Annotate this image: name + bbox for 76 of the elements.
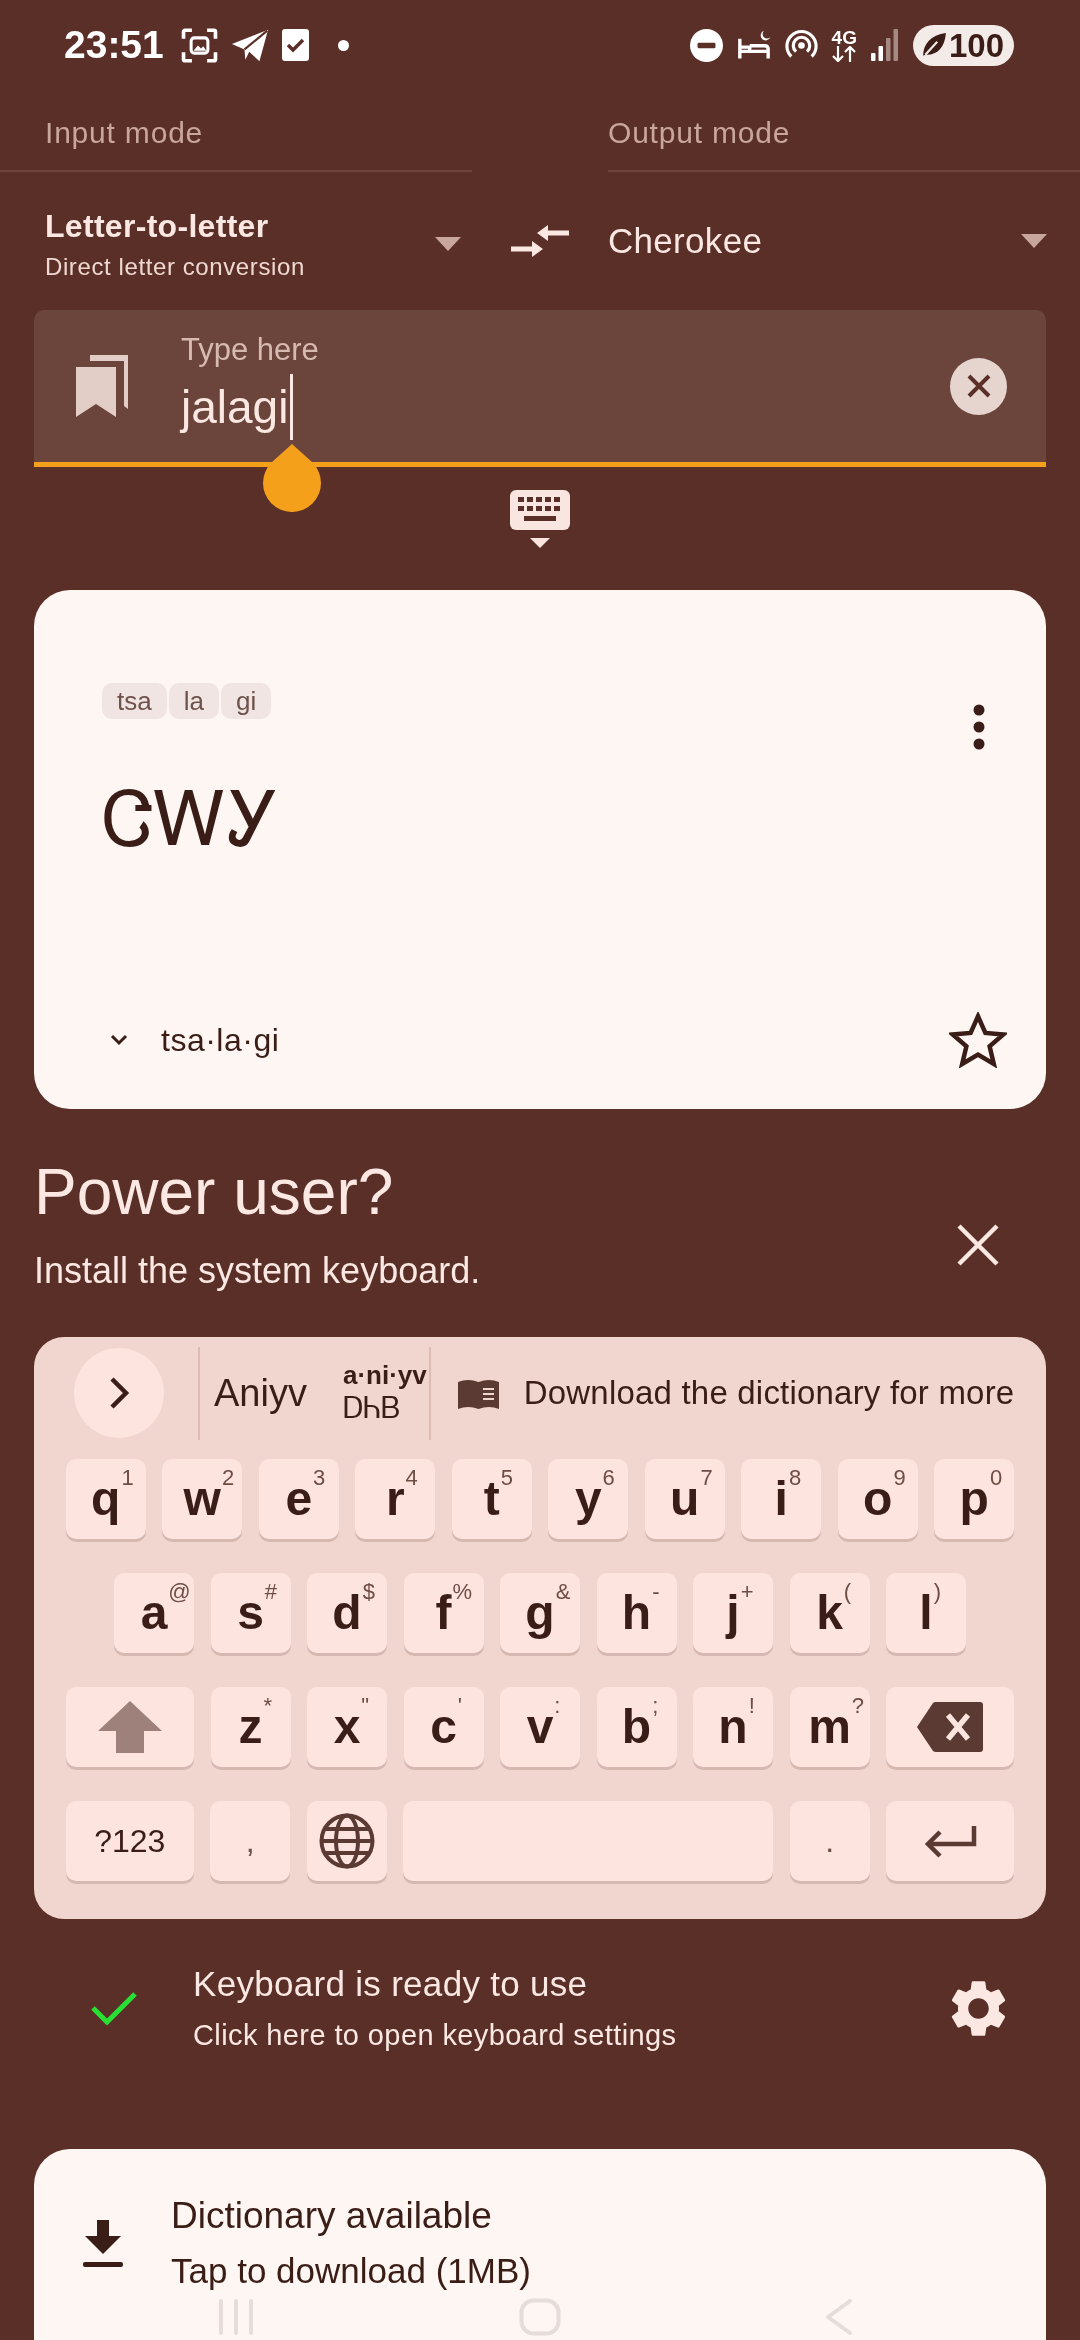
open-book-icon[interactable]: [457, 1377, 499, 1409]
backspace-key[interactable]: [886, 1687, 1014, 1767]
shift-key[interactable]: [66, 1687, 194, 1767]
dropdown-arrow-icon[interactable]: [1021, 234, 1047, 248]
input-mode-value[interactable]: Letter-to-letter: [45, 206, 435, 246]
bed-icon: [736, 30, 771, 60]
enter-icon: [922, 1824, 979, 1858]
notification-dot-icon: [337, 39, 349, 51]
status-time: 23:51: [64, 23, 164, 67]
keyboard-key[interactable]: v:: [500, 1687, 580, 1767]
promo-subtitle: Install the system keyboard.: [34, 1249, 482, 1293]
screenshot-icon: [180, 27, 218, 63]
input-value: jalagi: [181, 380, 289, 434]
checkbox-icon: [281, 29, 309, 61]
keyboard-key[interactable]: x": [307, 1687, 387, 1767]
keyboard-key[interactable]: h-: [596, 1573, 677, 1653]
keyboard-key[interactable]: .: [789, 1801, 870, 1881]
keyboard-key[interactable]: s#: [210, 1573, 291, 1653]
backspace-icon: [917, 1702, 983, 1752]
promo-title: Power user?: [34, 1155, 395, 1229]
syllable-chip: la: [168, 683, 219, 719]
chevron-right-icon: [108, 1375, 130, 1411]
output-mode-value[interactable]: Cherokee: [608, 221, 1021, 261]
input-mode-description: Direct letter conversion: [45, 252, 306, 282]
text-selection-handle[interactable]: [262, 444, 321, 512]
battery-level: 100: [948, 25, 1004, 66]
keyboard-key[interactable]: b;: [596, 1687, 677, 1767]
cherokee-output: ᏣᎳᎩ: [102, 777, 279, 861]
globe-icon: [318, 1813, 375, 1869]
close-icon: [966, 374, 991, 398]
symbols-key[interactable]: ?123: [65, 1801, 194, 1881]
keyboard-key[interactable]: d$: [307, 1573, 387, 1653]
keyboard-key[interactable]: g&: [500, 1573, 580, 1653]
keyboard-key[interactable]: m?: [789, 1687, 870, 1767]
keyboard-key[interactable]: a@: [114, 1573, 194, 1653]
keyboard-key[interactable]: j+: [693, 1573, 773, 1653]
close-icon[interactable]: [956, 1223, 1000, 1267]
field-label: Type here: [181, 332, 320, 368]
keyboard-status-title[interactable]: Keyboard is ready to use: [193, 1963, 950, 2005]
transliteration: tsa·la·gi: [161, 1021, 281, 1059]
language-key[interactable]: [306, 1801, 387, 1881]
enter-key[interactable]: [886, 1801, 1015, 1881]
keyboard-key[interactable]: n!: [693, 1687, 773, 1767]
dropdown-arrow-icon[interactable]: [435, 237, 461, 251]
download-icon: [83, 2219, 123, 2268]
keyboard-settings-link[interactable]: Click here to open keyboard settings: [193, 2017, 950, 2053]
keyboard-key[interactable]: l): [886, 1573, 966, 1653]
leaf-icon: [920, 32, 947, 58]
suggestion-word[interactable]: Aniyv: [214, 1371, 307, 1415]
keyboard-key[interactable]: ,: [210, 1801, 291, 1881]
bookmarks-icon[interactable]: [76, 355, 130, 417]
syllable-chip: tsa: [102, 683, 167, 719]
do-not-disturb-icon: [689, 28, 723, 62]
swap-arrows-icon[interactable]: [511, 223, 569, 259]
dictionary-title: Dictionary available: [171, 2194, 493, 2238]
keyboard-key[interactable]: c': [403, 1687, 484, 1767]
star-icon[interactable]: [949, 1012, 1007, 1068]
dictionary-notice[interactable]: Download the dictionary for more: [523, 1374, 1015, 1412]
paper-plane-icon: [230, 28, 269, 62]
network-type: 4G: [831, 28, 857, 46]
dictionary-subtitle: Tap to download (1MB): [171, 2250, 531, 2292]
syllable-chip: gi: [220, 683, 272, 719]
keyboard-key[interactable]: k(: [789, 1573, 870, 1653]
suggestion-syllabary[interactable]: ᎠᏂᏴ: [342, 1390, 427, 1426]
output-mode-label: Output mode: [608, 116, 791, 150]
signal-icon: [870, 29, 899, 61]
keyboard-key[interactable]: f%: [403, 1573, 484, 1653]
input-mode-label: Input mode: [45, 116, 204, 150]
keyboard-key[interactable]: z*: [210, 1687, 291, 1767]
settings-icon[interactable]: [950, 1979, 1007, 2037]
suggestion-phonetic[interactable]: a·ni·yv: [342, 1360, 427, 1390]
data-arrows-icon: [832, 45, 857, 62]
chevron-down-icon[interactable]: [110, 1034, 128, 1046]
keyboard-icon[interactable]: [510, 490, 570, 550]
clear-button[interactable]: [950, 357, 1007, 415]
more-options-icon[interactable]: [973, 704, 985, 750]
